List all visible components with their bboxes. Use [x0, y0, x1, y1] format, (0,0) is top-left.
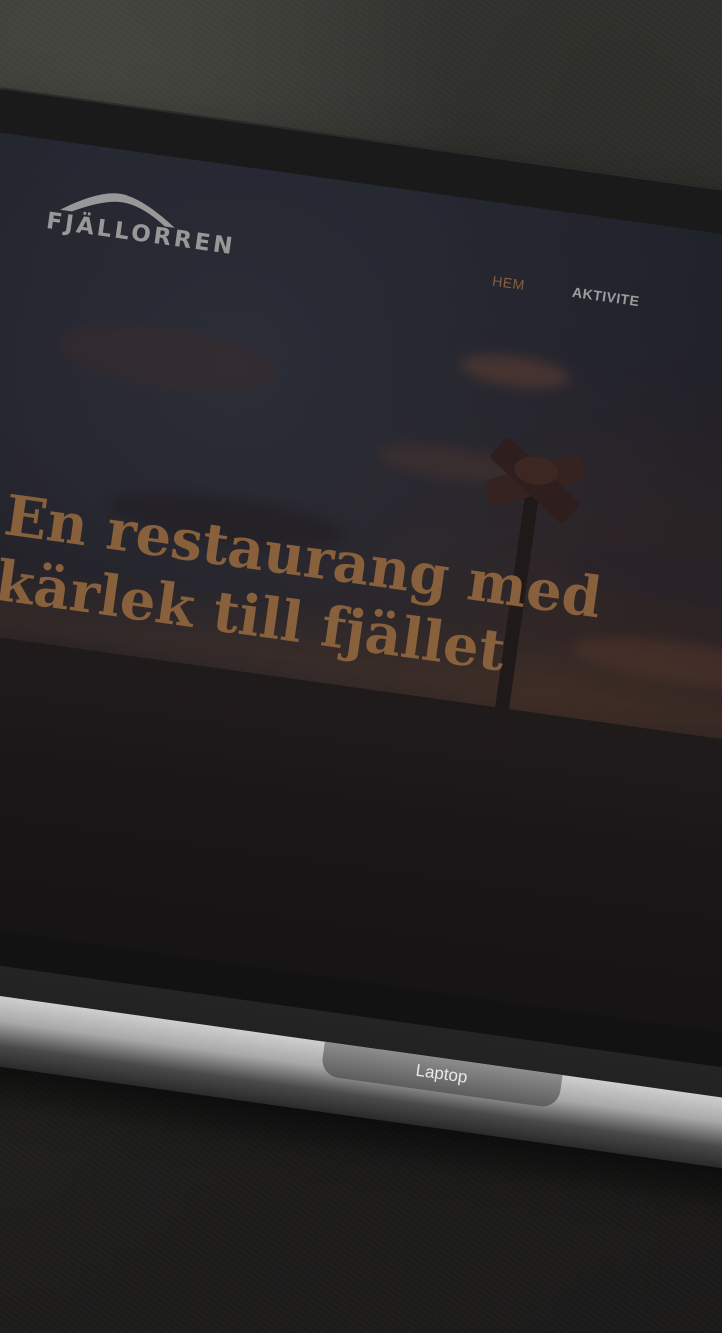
laptop-mockup: FJÄLLORREN HEM AKTIVITE En restaurang me… — [0, 40, 722, 1234]
nav-item-aktiviteter[interactable]: AKTIVITE — [571, 284, 640, 309]
cloud — [55, 313, 282, 404]
website-screen: FJÄLLORREN HEM AKTIVITE En restaurang me… — [0, 132, 722, 1038]
site-logo[interactable]: FJÄLLORREN — [43, 178, 251, 275]
nav-item-hem[interactable]: HEM — [491, 273, 526, 293]
cloud — [458, 349, 572, 395]
main-menu: HEM AKTIVITE — [491, 273, 640, 309]
